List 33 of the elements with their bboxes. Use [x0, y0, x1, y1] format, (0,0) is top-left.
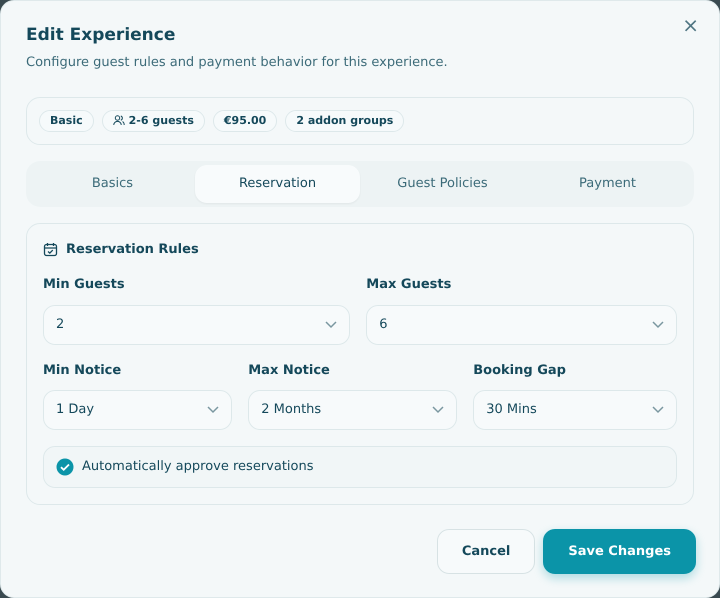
field-label: Max Notice [248, 362, 331, 380]
checkbox[interactable] [56, 458, 74, 476]
field-label: Min Notice [43, 362, 122, 380]
summary-chip: 2 addon groups [285, 110, 404, 132]
chevron-down-icon [432, 406, 444, 414]
tab[interactable]: Payment [525, 165, 690, 202]
summary-chip: €95.00 [212, 110, 278, 132]
field-label: Max Guests [366, 276, 452, 294]
chevron-down-icon [325, 320, 338, 328]
close-button[interactable]: × [678, 13, 703, 37]
summary-chip: Basic [39, 110, 94, 132]
tab[interactable]: Guest Policies [360, 165, 525, 202]
dialog-subtitle: Configure guest rules and payment behavior for this experience. [26, 54, 449, 72]
field-label: Min Guests [43, 276, 126, 294]
select-field[interactable]: 6 [366, 304, 678, 344]
chevron-down-icon [652, 320, 664, 328]
chevron-down-icon [207, 406, 220, 414]
calendar-icon [43, 242, 58, 257]
users-icon [112, 115, 125, 126]
checkbox-label: Automatically approve reservations [82, 458, 314, 476]
select-field[interactable]: 2 Months [248, 390, 458, 430]
section-title: Reservation Rules [66, 240, 199, 258]
select-field[interactable]: 1 Day [43, 390, 232, 430]
chevron-down-icon [652, 406, 664, 414]
save-button[interactable]: Save Changes [543, 528, 696, 574]
select-field[interactable]: 30 Mins [473, 390, 678, 430]
summary-chip: 2-6 guests [102, 110, 205, 132]
cancel-button[interactable]: Cancel [436, 528, 536, 574]
tab[interactable]: Reservation [195, 165, 360, 202]
tab[interactable]: Basics [30, 165, 195, 202]
field-label: Booking Gap [473, 362, 567, 380]
select-field[interactable]: 2 [43, 304, 350, 344]
dialog-title: Edit Experience [26, 25, 176, 46]
